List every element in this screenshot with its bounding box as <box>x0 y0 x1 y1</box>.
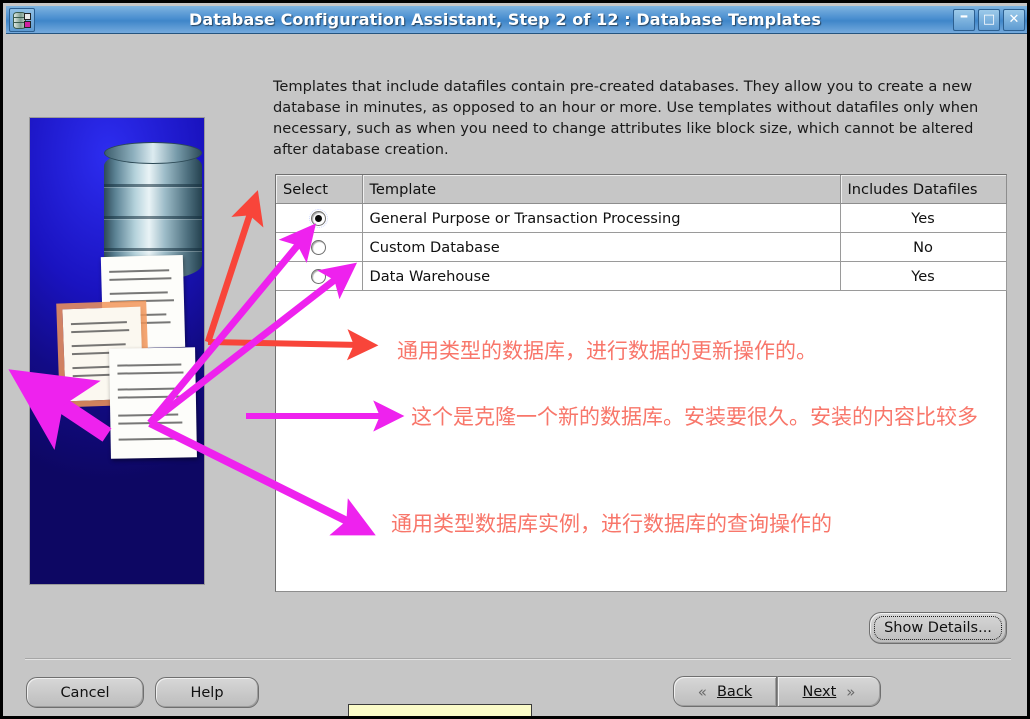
next-button[interactable]: Next » <box>777 676 881 707</box>
show-details-button[interactable]: Show Details... <box>869 612 1007 644</box>
templates-table: Select Template Includes Datafiles Gener… <box>276 175 1007 291</box>
maximize-button[interactable]: □ <box>978 8 1000 31</box>
cylinder-ring <box>104 184 202 187</box>
maximize-icon: □ <box>982 11 996 27</box>
back-button[interactable]: « Back <box>673 676 777 707</box>
radio-button-selected[interactable] <box>309 209 329 228</box>
row-template-name: Data Warehouse <box>362 261 841 291</box>
show-details-label: Show Details... <box>884 620 992 636</box>
page-description: Templates that include datafiles contain… <box>273 78 979 158</box>
table-row[interactable]: Data Warehouse Yes <box>276 261 1007 291</box>
title-bar: Database Configuration Assistant, Step 2… <box>6 5 1027 34</box>
row-includes-datafiles: Yes <box>840 261 1007 291</box>
cancel-button[interactable]: Cancel <box>26 677 144 708</box>
column-header-select[interactable]: Select <box>276 175 363 204</box>
annotation-text-3: 通用类型数据库实例，进行数据库的查询操作的 <box>391 512 832 536</box>
table-row[interactable]: Custom Database No <box>276 232 1007 262</box>
row-select-cell[interactable] <box>276 261 363 291</box>
icon-square-magenta <box>24 20 31 28</box>
minimize-button[interactable]: – <box>953 5 975 31</box>
row-template-name: Custom Database <box>362 232 841 262</box>
cylinder-top <box>104 142 202 164</box>
radio-button[interactable] <box>311 240 327 255</box>
help-label: Help <box>190 684 224 701</box>
row-select-cell[interactable] <box>276 232 363 262</box>
row-includes-datafiles: No <box>840 232 1007 262</box>
back-label: Back <box>716 683 753 700</box>
tooltip-strip <box>348 704 532 716</box>
minimize-icon: – <box>959 5 969 26</box>
column-header-template[interactable]: Template <box>362 175 841 204</box>
column-header-includes-datafiles[interactable]: Includes Datafiles <box>840 175 1007 204</box>
next-label: Next <box>802 683 837 700</box>
row-includes-datafiles: Yes <box>840 203 1007 233</box>
database-app-icon <box>9 7 35 32</box>
window-title: Database Configuration Assistant, Step 2… <box>188 10 822 29</box>
close-icon: ✕ <box>1008 11 1020 27</box>
row-template-name: General Purpose or Transaction Processin… <box>362 203 841 233</box>
cylinder-ring <box>104 216 202 219</box>
dbca-window: Database Configuration Assistant, Step 2… <box>0 0 1030 719</box>
annotation-text-2: 这个是克隆一个新的数据库。安装要很久。安装的内容比较多 <box>411 405 978 429</box>
footer-divider <box>25 658 1011 660</box>
close-button[interactable]: ✕ <box>1003 8 1025 31</box>
illustration-panel <box>29 117 205 585</box>
row-select-cell[interactable] <box>276 203 363 233</box>
radio-button[interactable] <box>311 269 327 284</box>
navigation-buttons: « Back Next » <box>673 676 881 707</box>
arrow-red-to-selected-row <box>204 190 264 344</box>
table-header-row: Select Template Includes Datafiles <box>276 175 1007 204</box>
annotation-text-1: 通用类型的数据库，进行数据的更新操作的。 <box>397 339 817 363</box>
chevron-left-icon: « <box>697 682 707 701</box>
cancel-label: Cancel <box>60 684 110 701</box>
cylinder-ring <box>104 248 202 251</box>
window-controls: – □ ✕ <box>953 5 1025 31</box>
icon-square-light <box>24 12 31 20</box>
table-row[interactable]: General Purpose or Transaction Processin… <box>276 203 1007 233</box>
chevron-right-icon: » <box>846 682 856 701</box>
document-sheet <box>109 347 197 459</box>
help-button[interactable]: Help <box>155 677 259 708</box>
